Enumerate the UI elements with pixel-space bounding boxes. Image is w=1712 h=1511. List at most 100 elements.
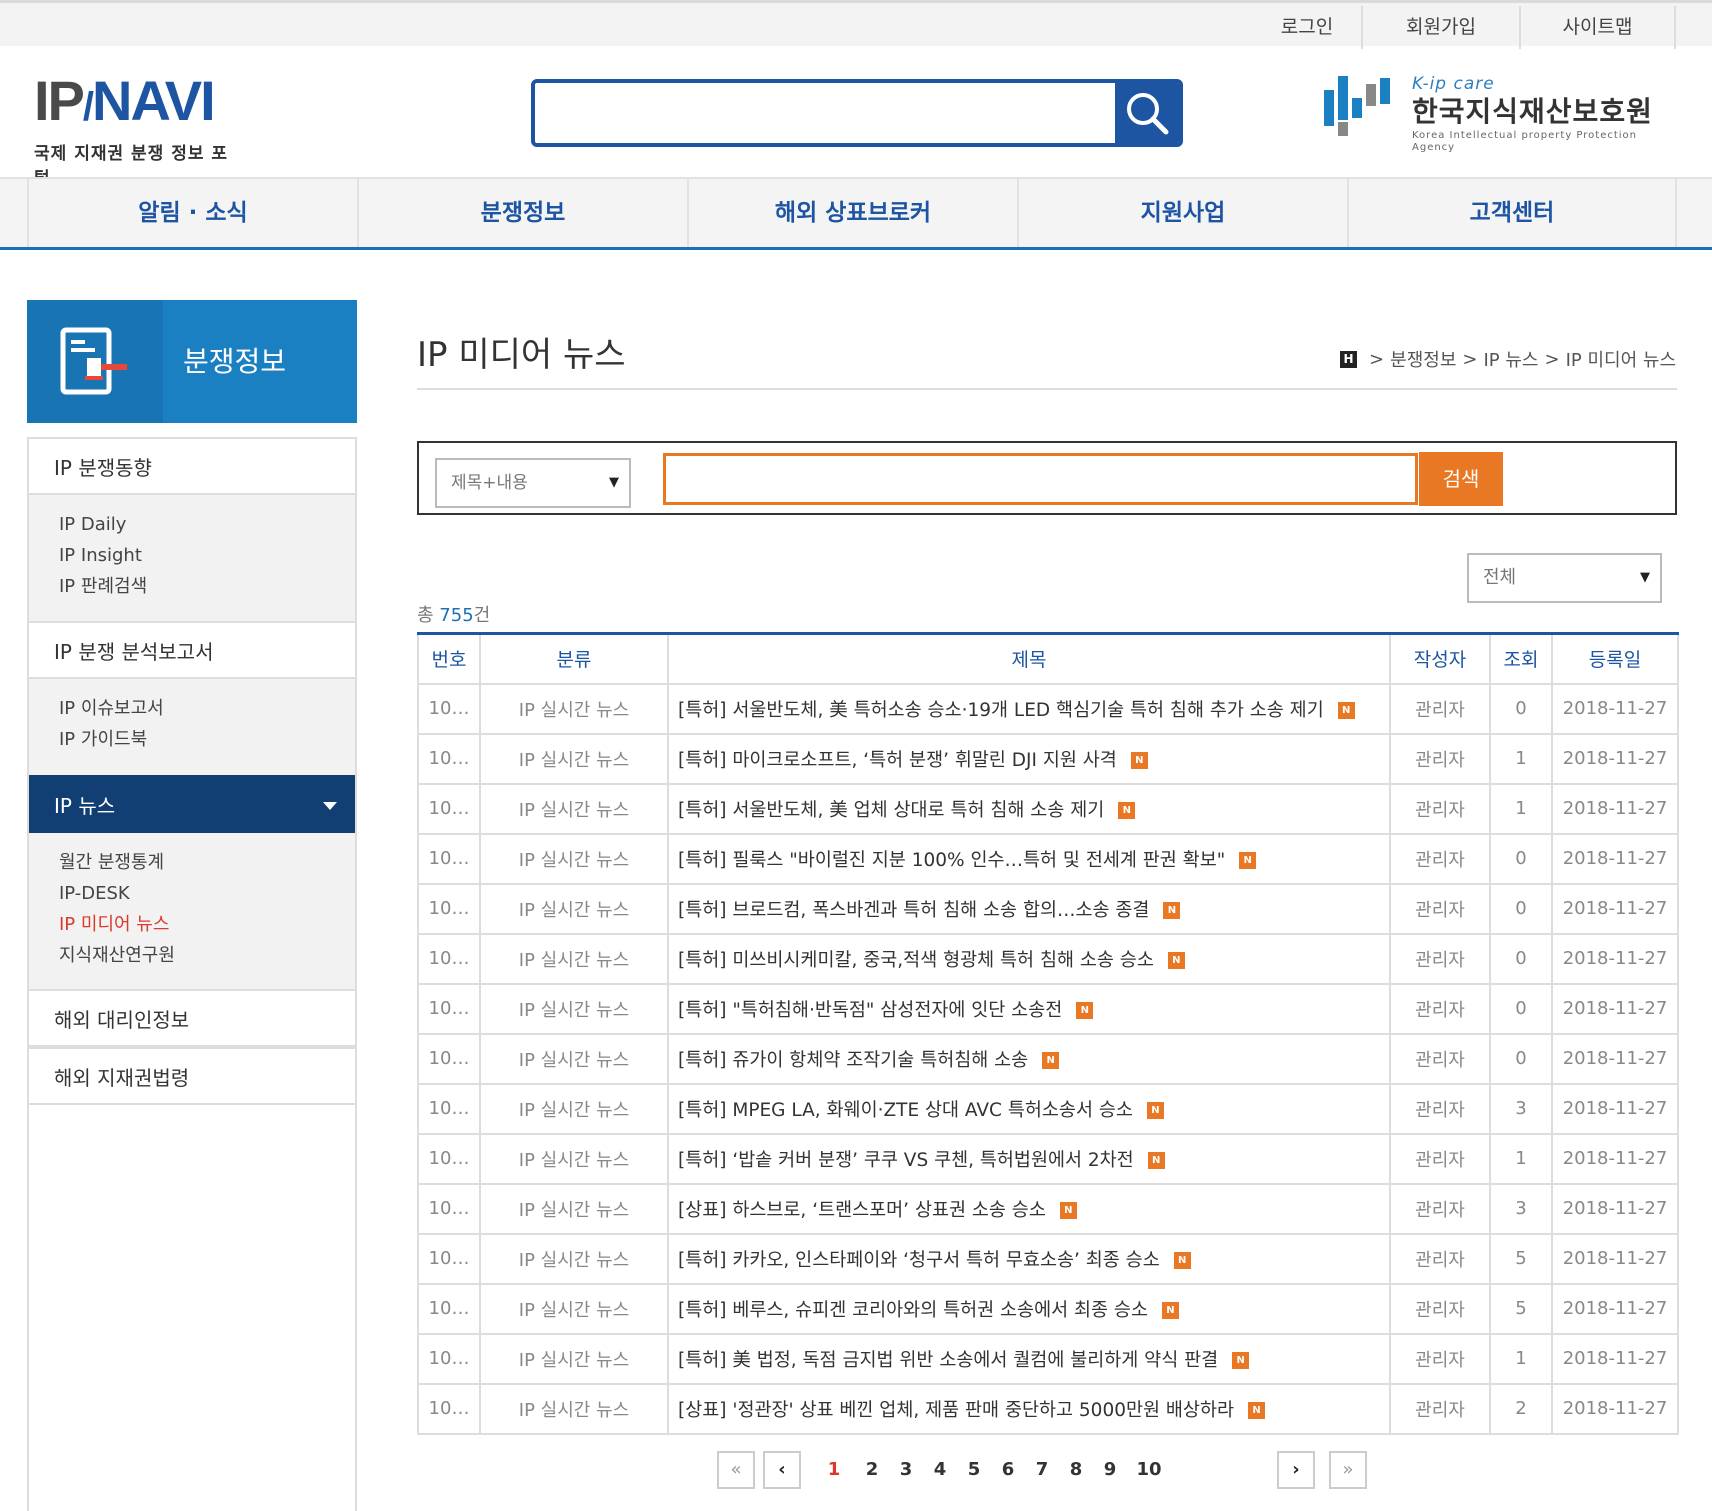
new-badge-icon: N — [1076, 1002, 1094, 1019]
col-header-views: 조회 — [1489, 632, 1553, 685]
table-row[interactable]: 10… IP 실시간 뉴스 [특허] 마이크로소프트, ‘특허 분쟁’ 휘말린 DJ… — [417, 732, 1679, 785]
row-title-text[interactable]: [특허] 美 법정, 독점 금지법 위반 소송에서 퀄컴에 불리하게 약식 판결 — [678, 1350, 1218, 1371]
page-number-link[interactable]: 9 — [1097, 1451, 1123, 1489]
sidebar-subitem-ip-insight[interactable]: IP Insight — [59, 540, 355, 571]
row-title[interactable]: [특허] 서울반도체, 美 특허소송 승소·19개 LED 핵심기술 특허 침해… — [667, 682, 1391, 735]
table-row[interactable]: 10… IP 실시간 뉴스 [특허] 쥬가이 항체약 조작기술 특허침해 소송 N 관리… — [417, 1032, 1679, 1085]
table-row[interactable]: 10… IP 실시간 뉴스 [특허] 카카오, 인스타페이와 ‘청구서 특허 무효소… — [417, 1232, 1679, 1285]
gnb-dispute-info[interactable]: 분쟁정보 — [357, 179, 687, 247]
last-page-button[interactable]: » — [1329, 1451, 1367, 1489]
row-title-text[interactable]: [특허] 베루스, 슈피겐 코리아와의 특허권 소송에서 최종 승소 — [678, 1300, 1148, 1321]
breadcrumb-item[interactable]: 분쟁정보 — [1390, 346, 1456, 372]
table-body: 10… IP 실시간 뉴스 [특허] 서울반도체, 美 특허소송 승소·19개 LE… — [417, 682, 1679, 1435]
table-row[interactable]: 10… IP 실시간 뉴스 [상표] 하스브로, ‘트랜스포머’ 상표권 소송 승소… — [417, 1182, 1679, 1235]
sidebar-subitem-research-institute[interactable]: 지식재산연구원 — [59, 940, 355, 971]
row-title[interactable]: [상표] 하스브로, ‘트랜스포머’ 상표권 소송 승소 N — [667, 1182, 1391, 1235]
site-logo[interactable]: IP/NAVI 국제 지재권 분쟁 정보 포털 — [34, 73, 244, 190]
row-title[interactable]: [특허] 미쓰비시케미칼, 중국,적색 형광체 특허 침해 소송 승소 N — [667, 932, 1391, 985]
sidebar-item-overseas-agents[interactable]: 해외 대리인정보 — [29, 989, 355, 1047]
row-title[interactable]: [특허] MPEG LA, 화웨이·ZTE 상대 AVC 특허소송서 승소 N — [667, 1082, 1391, 1135]
main-search-button[interactable] — [1115, 83, 1179, 143]
gnb-news[interactable]: 알림 · 소식 — [27, 179, 357, 247]
table-row[interactable]: 10… IP 실시간 뉴스 [특허] 베루스, 슈피겐 코리아와의 특허권 소송에서… — [417, 1282, 1679, 1335]
gnb-customer-center[interactable]: 고객센터 — [1347, 179, 1677, 247]
row-title[interactable]: [특허] 베루스, 슈피겐 코리아와의 특허권 소송에서 최종 승소 N — [667, 1282, 1391, 1335]
logo-dash: / — [82, 85, 94, 129]
table-row[interactable]: 10… IP 실시간 뉴스 [특허] 미쓰비시케미칼, 중국,적색 형광체 특허 침… — [417, 932, 1679, 985]
table-row[interactable]: 10… IP 실시간 뉴스 [특허] 美 법정, 독점 금지법 위반 소송에서 퀄컴… — [417, 1332, 1679, 1385]
next-page-button[interactable]: › — [1277, 1451, 1315, 1489]
sidebar-item-ip-news[interactable]: IP 뉴스 — [29, 775, 355, 833]
table-row[interactable]: 10… IP 실시간 뉴스 [특허] MPEG LA, 화웨이·ZTE 상대 AVC… — [417, 1082, 1679, 1135]
row-title[interactable]: [상표] '정관장' 상표 베낀 업체, 제품 판매 중단하고 5000만원 배… — [667, 1382, 1391, 1435]
row-title-text[interactable]: [특허] 마이크로소프트, ‘특허 분쟁’ 휘말린 DJI 지원 사격 — [678, 750, 1117, 771]
page-number-link[interactable]: 6 — [995, 1451, 1021, 1489]
row-title[interactable]: [특허] "특허침해·반독점" 삼성전자에 잇단 소송전 N — [667, 982, 1391, 1035]
row-title-text[interactable]: [특허] 미쓰비시케미칼, 중국,적색 형광체 특허 침해 소송 승소 — [678, 950, 1154, 971]
gnb-trademark-broker[interactable]: 해외 상표브로커 — [687, 179, 1017, 247]
main-search-input[interactable] — [535, 83, 1115, 143]
table-row[interactable]: 10… IP 실시간 뉴스 [특허] 서울반도체, 美 업체 상대로 특허 침해 소… — [417, 782, 1679, 835]
prev-page-button[interactable]: ‹ — [763, 1451, 801, 1489]
row-title-text[interactable]: [상표] '정관장' 상표 베낀 업체, 제품 판매 중단하고 5000만원 배… — [678, 1400, 1234, 1421]
row-category: IP 실시간 뉴스 — [479, 882, 669, 935]
row-title[interactable]: [특허] 서울반도체, 美 업체 상대로 특허 침해 소송 제기 N — [667, 782, 1391, 835]
page-number-link[interactable]: 3 — [893, 1451, 919, 1489]
row-title-text[interactable]: [특허] 필룩스 "바이럴진 지분 100% 인수…특허 및 전세계 판권 확보… — [678, 850, 1225, 871]
row-title[interactable]: [특허] 美 법정, 독점 금지법 위반 소송에서 퀄컴에 불리하게 약식 판결… — [667, 1332, 1391, 1385]
sidebar-item-overseas-laws[interactable]: 해외 지재권법령 — [29, 1047, 355, 1105]
login-link[interactable]: 로그인 — [1253, 6, 1361, 49]
sidebar-subitem-ip-desk[interactable]: IP-DESK — [59, 878, 355, 909]
row-title-text[interactable]: [상표] 하스브로, ‘트랜스포머’ 상표권 소송 승소 — [678, 1200, 1046, 1221]
page-number-link[interactable]: 4 — [927, 1451, 953, 1489]
row-title-text[interactable]: [특허] "특허침해·반독점" 삼성전자에 잇단 소송전 — [678, 1000, 1062, 1021]
sitemap-link[interactable]: 사이트맵 — [1519, 6, 1676, 49]
keyword-input[interactable] — [663, 453, 1418, 505]
sidebar-subitem-issue-report[interactable]: IP 이슈보고서 — [59, 693, 355, 724]
sidebar-subitem-ip-daily[interactable]: IP Daily — [59, 509, 355, 540]
page-number-link[interactable]: 5 — [961, 1451, 987, 1489]
row-title-text[interactable]: [특허] 카카오, 인스타페이와 ‘청구서 특허 무효소송’ 최종 승소 — [678, 1250, 1160, 1271]
row-title-text[interactable]: [특허] MPEG LA, 화웨이·ZTE 상대 AVC 특허소송서 승소 — [678, 1100, 1133, 1121]
table-row[interactable]: 10… IP 실시간 뉴스 [특허] 서울반도체, 美 특허소송 승소·19개 LE… — [417, 682, 1679, 735]
first-page-button[interactable]: « — [717, 1451, 755, 1489]
page-number-link[interactable]: 7 — [1029, 1451, 1055, 1489]
table-row[interactable]: 10… IP 실시간 뉴스 [특허] "특허침해·반독점" 삼성전자에 잇단 소송전… — [417, 982, 1679, 1035]
row-category: IP 실시간 뉴스 — [479, 1082, 669, 1135]
page-number-link[interactable]: 1 — [821, 1451, 847, 1489]
table-row[interactable]: 10… IP 실시간 뉴스 [특허] 필룩스 "바이럴진 지분 100% 인수…특허… — [417, 832, 1679, 885]
row-title-text[interactable]: [특허] ‘밥솥 커버 분쟁’ 쿠쿠 VS 쿠첸, 특허법원에서 2차전 — [678, 1150, 1134, 1171]
table-row[interactable]: 10… IP 실시간 뉴스 [상표] '정관장' 상표 베낀 업체, 제품 판매 중… — [417, 1382, 1679, 1435]
row-title-text[interactable]: [특허] 서울반도체, 美 특허소송 승소·19개 LED 핵심기술 특허 침해… — [678, 700, 1324, 721]
row-title[interactable]: [특허] 카카오, 인스타페이와 ‘청구서 특허 무효소송’ 최종 승소 N — [667, 1232, 1391, 1285]
table-row[interactable]: 10… IP 실시간 뉴스 [특허] 브로드컴, 폭스바겐과 특허 침해 소송 합의… — [417, 882, 1679, 935]
row-title[interactable]: [특허] 마이크로소프트, ‘특허 분쟁’ 휘말린 DJI 지원 사격 N — [667, 732, 1391, 785]
sidebar-subitem-ip-media-news[interactable]: IP 미디어 뉴스 — [59, 909, 355, 940]
gnb-support[interactable]: 지원사업 — [1017, 179, 1347, 247]
page-number-link[interactable]: 10 — [1131, 1451, 1167, 1489]
row-title-text[interactable]: [특허] 쥬가이 항체약 조작기술 특허침해 소송 — [678, 1050, 1028, 1071]
row-title-text[interactable]: [특허] 브로드컴, 폭스바겐과 특허 침해 소송 합의…소송 종결 — [678, 900, 1149, 921]
row-title[interactable]: [특허] 쥬가이 항체약 조작기술 특허침해 소송 N — [667, 1032, 1391, 1085]
home-icon[interactable]: H — [1340, 350, 1358, 368]
agency-logo[interactable]: K-ip care 한국지식재산보호원 Korea Intellectual p… — [1324, 74, 1684, 153]
sidebar-subitem-guidebook[interactable]: IP 가이드북 — [59, 724, 355, 755]
row-title[interactable]: [특허] 브로드컴, 폭스바겐과 특허 침해 소송 합의…소송 종결 N — [667, 882, 1391, 935]
page-number-link[interactable]: 8 — [1063, 1451, 1089, 1489]
row-title[interactable]: [특허] 필룩스 "바이럴진 지분 100% 인수…특허 및 전세계 판권 확보… — [667, 832, 1391, 885]
table-row[interactable]: 10… IP 실시간 뉴스 [특허] ‘밥솥 커버 분쟁’ 쿠쿠 VS 쿠첸, 특허… — [417, 1132, 1679, 1185]
row-title[interactable]: [특허] ‘밥솥 커버 분쟁’ 쿠쿠 VS 쿠첸, 특허법원에서 2차전 N — [667, 1132, 1391, 1185]
row-date: 2018-11-27 — [1551, 832, 1679, 885]
breadcrumb-item[interactable]: IP 뉴스 — [1483, 346, 1538, 372]
keyword-search-button[interactable]: 검색 — [1419, 452, 1503, 506]
sidebar-item-ip-analysis-report[interactable]: IP 분쟁 분석보고서 — [29, 621, 355, 679]
search-field-select[interactable]: 제목+내용 ▼ — [435, 458, 631, 508]
sidebar-item-ip-dispute-trend[interactable]: IP 분쟁동향 — [29, 437, 355, 495]
sidebar-subitem-monthly-stats[interactable]: 월간 분쟁통계 — [59, 847, 355, 878]
row-views: 1 — [1489, 1132, 1553, 1185]
sidebar-subitem-ip-case-search[interactable]: IP 판례검색 — [59, 571, 355, 602]
signup-link[interactable]: 회원가입 — [1361, 6, 1519, 49]
category-select[interactable]: 전체 ▼ — [1467, 553, 1662, 603]
row-title-text[interactable]: [특허] 서울반도체, 美 업체 상대로 특허 침해 소송 제기 — [678, 800, 1104, 821]
page-number-link[interactable]: 2 — [859, 1451, 885, 1489]
